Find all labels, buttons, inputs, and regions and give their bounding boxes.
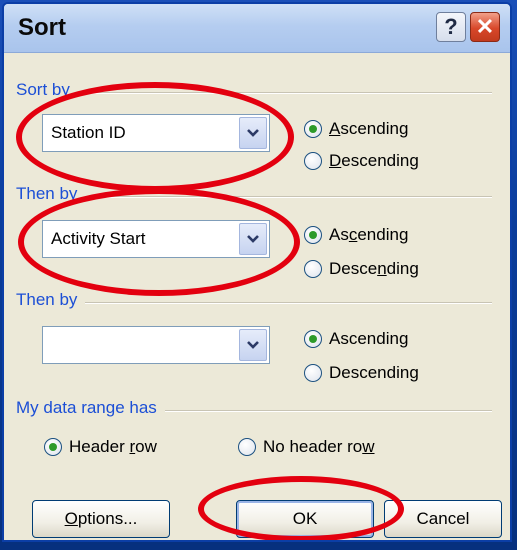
sort-by-label: Sort by [16, 80, 78, 100]
then-by-2-divider [16, 302, 492, 304]
then-by-2-descending-label: Descending [329, 363, 419, 382]
close-button[interactable]: ✕ [470, 12, 500, 42]
chevron-down-icon [247, 235, 259, 243]
chevron-down-icon [247, 341, 259, 349]
sort-by-value: Station ID [51, 123, 126, 142]
close-icon: ✕ [475, 14, 495, 39]
sort-by-dropdown-button[interactable] [239, 117, 267, 149]
sort-by-select[interactable]: Station ID [42, 114, 270, 152]
then-by-1-ascending-label: Ascending [329, 225, 409, 244]
cancel-button-label: Cancel [416, 509, 470, 528]
header-row-label: Header row [69, 437, 157, 456]
then-by-1-value: Activity Start [51, 229, 146, 248]
ok-button-label: OK [292, 509, 318, 528]
then-by-1-label: Then by [16, 184, 86, 204]
then-by-1-select[interactable]: Activity Start [42, 220, 270, 258]
then-by-2-ascending-label: Ascending [329, 329, 409, 348]
then-by-1-descending-radio[interactable]: Descending [304, 258, 419, 280]
then-by-2-select[interactable] [42, 326, 270, 364]
then-by-1-descending-label: Descending [329, 259, 419, 278]
then-by-2-label: Then by [16, 290, 86, 310]
help-icon: ? [444, 14, 458, 39]
sort-by-ascending-label: Ascending [329, 119, 409, 138]
options-button[interactable]: Options... [32, 500, 170, 538]
help-button[interactable]: ? [436, 12, 466, 42]
title-bar: Sort ? ✕ [4, 4, 510, 53]
chevron-down-icon [247, 129, 259, 137]
options-button-label: Options... [64, 509, 138, 528]
sort-dialog: Sort ? ✕ Sort by Station ID Ascending De… [2, 2, 512, 542]
then-by-2-dropdown-button[interactable] [239, 329, 267, 361]
radio-selected-dot [309, 335, 317, 343]
radio-circle [304, 226, 322, 244]
sort-by-ascending-radio[interactable]: Ascending [304, 118, 408, 140]
radio-circle [44, 438, 62, 456]
then-by-1-divider [16, 196, 492, 198]
sort-by-descending-label: Descending [329, 151, 419, 170]
no-header-row-radio[interactable]: No header row [238, 436, 375, 458]
no-header-row-label: No header row [263, 437, 375, 456]
radio-selected-dot [49, 443, 57, 451]
radio-circle [238, 438, 256, 456]
radio-selected-dot [309, 125, 317, 133]
radio-circle [304, 330, 322, 348]
then-by-2-descending-radio[interactable]: Descending [304, 362, 419, 384]
ok-button[interactable]: OK [236, 500, 374, 538]
header-row-radio[interactable]: Header row [44, 436, 157, 458]
radio-selected-dot [309, 231, 317, 239]
dialog-title: Sort [18, 14, 66, 41]
then-by-1-ascending-radio[interactable]: Ascending [304, 224, 408, 246]
then-by-2-ascending-radio[interactable]: Ascending [304, 328, 408, 350]
radio-circle [304, 120, 322, 138]
data-range-label: My data range has [16, 398, 165, 418]
radio-circle [304, 152, 322, 170]
sort-by-descending-radio[interactable]: Descending [304, 150, 419, 172]
sort-by-divider [16, 92, 492, 94]
cancel-button[interactable]: Cancel [384, 500, 502, 538]
radio-circle [304, 364, 322, 382]
radio-circle [304, 260, 322, 278]
then-by-1-dropdown-button[interactable] [239, 223, 267, 255]
